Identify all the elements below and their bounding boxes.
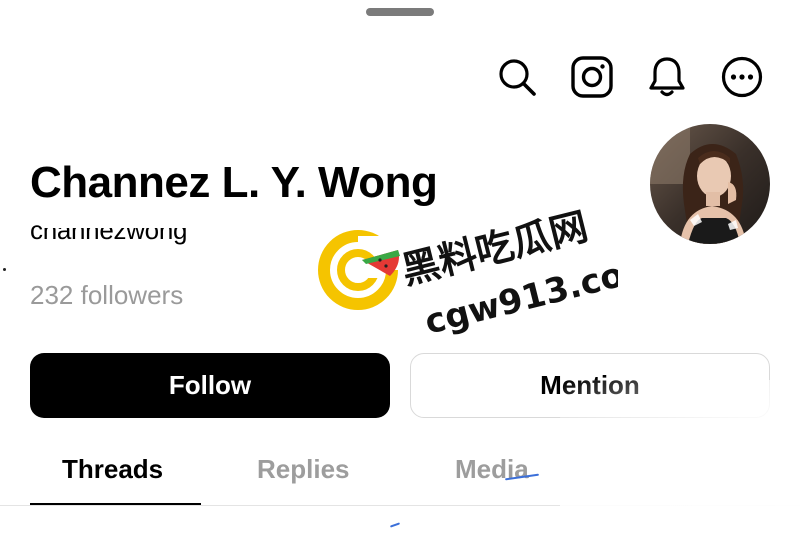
- stray-mark: [389, 522, 401, 528]
- notifications-button[interactable]: [642, 52, 692, 102]
- more-options-button[interactable]: [717, 52, 767, 102]
- profile-name: Channez L. Y. Wong: [30, 158, 438, 207]
- avatar-photo: [650, 124, 770, 244]
- profile-sheet: Channez L. Y. Wong channezwong 232 follo…: [0, 0, 800, 555]
- sheet-grabber-handle[interactable]: [366, 8, 434, 16]
- instagram-button[interactable]: [567, 52, 617, 102]
- stray-dot: [3, 268, 6, 271]
- header-actions: [490, 52, 780, 102]
- profile-tabs: Threads Replies Media: [0, 440, 800, 506]
- watermark-url-text: cgw913.com: [421, 246, 618, 340]
- bell-icon: [649, 57, 685, 97]
- watermark-chinese-text: 黑料吃瓜网: [397, 204, 592, 293]
- follow-button[interactable]: Follow: [30, 353, 390, 418]
- search-icon: [499, 59, 536, 96]
- instagram-icon: [571, 56, 613, 98]
- followers-count[interactable]: 232 followers: [30, 280, 183, 311]
- tab-media[interactable]: Media: [455, 454, 529, 485]
- tab-threads[interactable]: Threads: [62, 454, 163, 485]
- more-icon: [721, 56, 763, 98]
- mention-button[interactable]: Mention: [410, 353, 770, 418]
- handle-obscured-overlay: [44, 212, 194, 228]
- avatar[interactable]: [650, 124, 770, 244]
- tab-replies[interactable]: Replies: [257, 454, 350, 485]
- search-button[interactable]: [492, 52, 542, 102]
- tabs-divider: [0, 505, 800, 506]
